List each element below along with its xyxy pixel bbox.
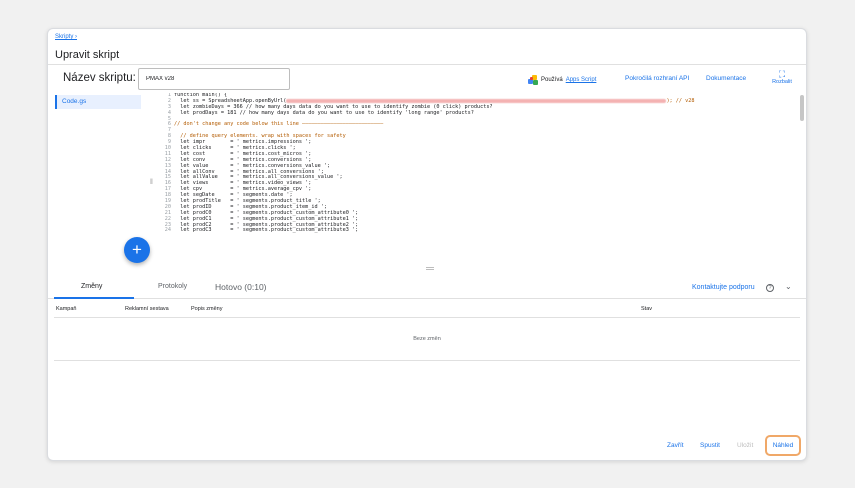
file-item-code-gs[interactable]: Code.gs [55, 95, 141, 109]
code-editor[interactable]: 1 function main() {2 let ss = Spreadsheet… [158, 93, 800, 271]
code-text: let prodC3 = ' segments.product_custom_a… [174, 227, 359, 234]
column-header-change-description: Popis změny [191, 306, 223, 312]
expand-label: Rozbalit [772, 79, 792, 85]
code-text: let prodDays = 181 // how many days data… [174, 109, 474, 116]
fullscreen-icon: ⛶ [778, 69, 786, 79]
run-button[interactable]: Spustit [700, 442, 720, 449]
divider [48, 64, 806, 65]
apps-script-logo-icon [528, 75, 538, 85]
changes-table: Kampaň Reklamní sestava Popis změny Stav… [54, 301, 800, 361]
close-button[interactable]: Zavřít [667, 442, 684, 449]
apps-script-link[interactable]: Apps Script [566, 77, 597, 83]
sidebar-resize-handle-icon[interactable]: ‖ [150, 179, 153, 186]
column-header-status: Stav [641, 306, 653, 312]
page-title: Upravit skript [55, 49, 120, 61]
apps-script-badge: Používá Apps Script [528, 75, 596, 85]
contact-support-link[interactable]: Kontaktujte podporu [692, 284, 755, 291]
code-text-suffix: ); // v28 [666, 97, 695, 104]
breadcrumb-scripts[interactable]: Skripty › [55, 34, 77, 40]
script-name-label: Název skriptu: [63, 72, 136, 84]
tab-changes[interactable]: Změny [81, 283, 102, 290]
apps-script-prefix: Používá [541, 77, 563, 83]
editor-resize-grip-icon[interactable] [426, 267, 434, 270]
column-header-campaign: Kampaň [56, 306, 77, 312]
code-text: // don't change any code below this line… [174, 121, 384, 128]
edit-script-dialog: Skripty › Upravit skript Název skriptu: … [47, 28, 807, 461]
save-button[interactable]: Uložit [737, 442, 753, 449]
column-header-ad-group: Reklamní sestava [125, 306, 169, 312]
advanced-api-link[interactable]: Pokročilá rozhraní API [625, 75, 689, 82]
table-header-row: Kampaň Reklamní sestava Popis změny Stav [54, 301, 800, 318]
chevron-down-icon[interactable]: ⌄ [785, 282, 792, 291]
tab-logs[interactable]: Protokoly [158, 283, 187, 290]
script-name-input[interactable] [138, 68, 290, 90]
redacted-url [286, 98, 667, 103]
empty-state: Beze změn [54, 318, 800, 361]
add-button[interactable]: + [124, 237, 150, 263]
help-icon[interactable]: ? [766, 284, 774, 292]
editor-scrollbar[interactable] [800, 95, 804, 121]
documentation-link[interactable]: Dokumentace [706, 75, 746, 82]
code-line[interactable]: 24 let prodC3 = ' segments.product_custo… [158, 228, 800, 234]
expand-button[interactable]: ⛶ Rozbalit [767, 69, 797, 85]
tab-done[interactable]: Hotovo (0:10) [215, 282, 267, 292]
active-tab-indicator [54, 297, 134, 299]
line-number: 24 [164, 227, 171, 234]
preview-button[interactable]: Náhled [765, 435, 801, 456]
